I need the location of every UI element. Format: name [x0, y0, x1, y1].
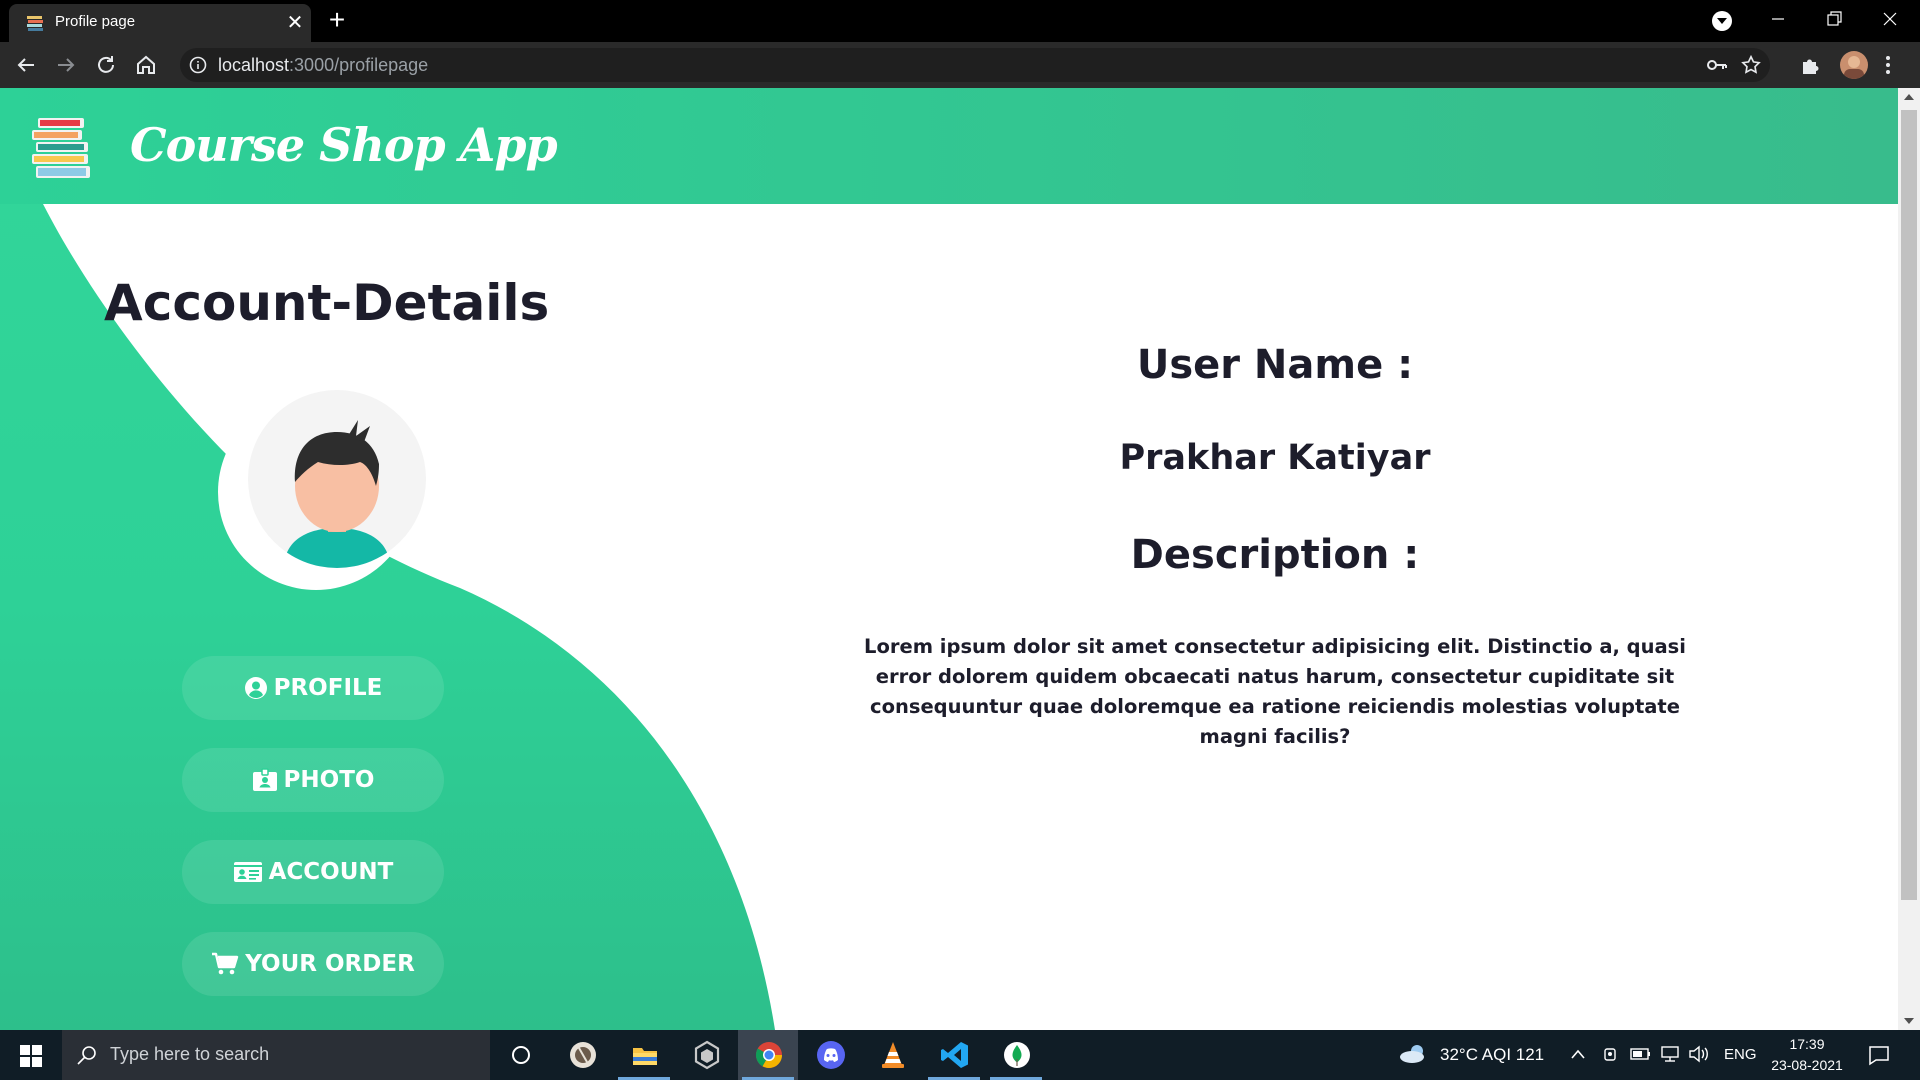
search-placeholder: Type here to search: [110, 1044, 270, 1064]
task-view-icon: [512, 1046, 530, 1064]
restore-button[interactable]: [1806, 0, 1862, 40]
new-tab-button[interactable]: +: [324, 6, 350, 34]
user-circle-icon: [244, 677, 267, 699]
cart-icon: [212, 952, 239, 975]
description-text: Lorem ipsum dolor sit amet consectetur a…: [864, 635, 1686, 748]
description-label: Description :: [1130, 532, 1420, 578]
tab-title: Profile page: [55, 13, 136, 30]
account-button[interactable]: ACCOUNT: [182, 840, 444, 904]
browser-tab-bar: Profile page ✕ +: [0, 0, 1920, 42]
taskbar-app-file-explorer[interactable]: [614, 1030, 674, 1080]
clock-date[interactable]: 23-08-2021: [1762, 1057, 1852, 1073]
meet-now-icon[interactable]: [1602, 1045, 1620, 1063]
close-window-button[interactable]: [1862, 0, 1918, 40]
close-window-icon: [1883, 12, 1897, 26]
clock-time[interactable]: 17:39: [1762, 1036, 1852, 1052]
address-bar[interactable]: localhost:3000/profilepage: [180, 48, 1770, 82]
battery-icon[interactable]: [1630, 1046, 1652, 1062]
unity-hub-icon: [694, 1040, 720, 1070]
windows-start-icon[interactable]: [20, 1045, 42, 1067]
page-scrollbar[interactable]: [1898, 88, 1920, 1030]
taskbar-search-box[interactable]: Type here to search: [62, 1030, 490, 1080]
chevron-up-icon[interactable]: [1570, 1047, 1586, 1061]
taskbar-app-vscode[interactable]: [924, 1030, 984, 1080]
url-path: :3000/profilepage: [289, 55, 429, 75]
folder-icon: [633, 1048, 657, 1065]
mongodb-leaf-icon: [1004, 1042, 1030, 1068]
kebab-menu-icon[interactable]: [1884, 54, 1892, 76]
key-icon[interactable]: [1706, 55, 1728, 75]
photo-button[interactable]: PHOTO: [182, 748, 444, 812]
site-info-icon[interactable]: [188, 55, 208, 75]
your-order-button[interactable]: YOUR ORDER: [182, 932, 444, 996]
account-button-label: ACCOUNT: [268, 859, 394, 885]
photo-button-label: PHOTO: [283, 767, 375, 793]
page-viewport: Course Shop App Account-Details PROFILE …: [0, 88, 1898, 1030]
weather-text[interactable]: 32°C AQI 121: [1440, 1045, 1544, 1065]
minimize-button[interactable]: [1750, 0, 1806, 40]
taskbar-app-krita[interactable]: [552, 1030, 612, 1080]
profile-button[interactable]: PROFILE: [182, 656, 444, 720]
chrome-icon: [755, 1042, 783, 1069]
books-favicon-icon: [27, 16, 43, 31]
volume-icon[interactable]: [1688, 1045, 1710, 1063]
brand-title[interactable]: Course Shop App: [130, 118, 558, 172]
network-icon[interactable]: [1660, 1045, 1682, 1063]
windows-taskbar: Type here to search 32°C AQI 121 ENG 17:…: [0, 1030, 1920, 1080]
restore-icon: [1827, 11, 1842, 26]
task-view-button[interactable]: [490, 1030, 550, 1080]
language-indicator[interactable]: ENG: [1724, 1046, 1757, 1063]
discord-icon: [817, 1041, 845, 1069]
paint-app-icon: [570, 1042, 596, 1068]
browser-tab[interactable]: Profile page ✕: [9, 4, 311, 42]
profile-avatar[interactable]: [1840, 51, 1868, 79]
search-icon: [77, 1046, 96, 1065]
your-order-button-label: YOUR ORDER: [245, 951, 415, 977]
scroll-thumb[interactable]: [1901, 110, 1917, 900]
chrome-profile-menu-icon[interactable]: [1712, 11, 1732, 31]
notifications-icon[interactable]: [1868, 1044, 1890, 1066]
reload-icon[interactable]: [94, 53, 118, 77]
url-text[interactable]: localhost:3000/profilepage: [218, 55, 428, 76]
vscode-icon: [941, 1042, 968, 1068]
profile-details: User Name : Prakhar Katiyar Description …: [840, 88, 1710, 1030]
home-icon[interactable]: [134, 53, 158, 77]
scroll-down-arrow-icon[interactable]: [1904, 1018, 1914, 1024]
avatar-photo-icon: [1844, 56, 1864, 79]
vlc-cone-icon: [882, 1042, 904, 1068]
taskbar-app-unity[interactable]: [676, 1030, 736, 1080]
books-logo-icon[interactable]: [30, 116, 94, 182]
extensions-puzzle-icon[interactable]: [1800, 54, 1822, 76]
avatar: [248, 390, 426, 568]
minimize-icon: [1772, 18, 1784, 20]
taskbar-app-mongodb[interactable]: [986, 1030, 1046, 1080]
bookmark-star-icon[interactable]: [1740, 54, 1762, 76]
taskbar-app-vlc[interactable]: [862, 1030, 922, 1080]
weather-cloud-icon[interactable]: [1398, 1042, 1428, 1066]
profile-button-label: PROFILE: [273, 675, 383, 701]
id-card-icon: [233, 862, 262, 882]
url-host: localhost: [218, 55, 290, 75]
back-arrow-icon[interactable]: [14, 53, 38, 77]
id-badge-icon: [252, 768, 277, 791]
user-avatar-illustration: [284, 420, 390, 568]
taskbar-app-chrome[interactable]: [738, 1030, 798, 1080]
user-name-value: Prakhar Katiyar: [1119, 438, 1431, 478]
user-name-label: User Name :: [1136, 342, 1414, 388]
page-title: Account-Details: [104, 274, 550, 332]
browser-toolbar: localhost:3000/profilepage: [0, 42, 1920, 88]
forward-arrow-icon[interactable]: [54, 53, 78, 77]
tab-close-icon[interactable]: ✕: [283, 10, 307, 34]
scroll-up-arrow-icon[interactable]: [1904, 94, 1914, 100]
taskbar-app-discord[interactable]: [800, 1030, 860, 1080]
